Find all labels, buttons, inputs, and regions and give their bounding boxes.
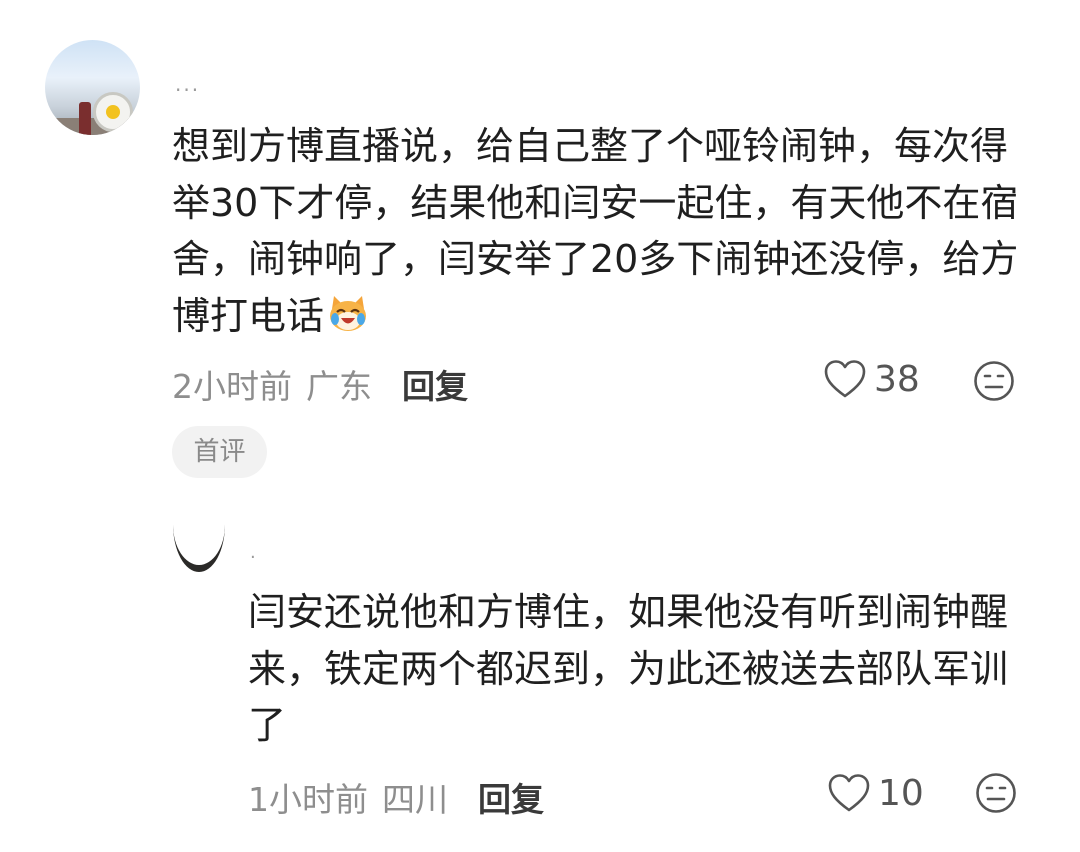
neutral-face-icon[interactable] [973,360,1015,402]
reply-button[interactable]: 回复 [402,367,468,406]
avatar-pillar [79,102,91,135]
avatar-disc [173,495,225,572]
neutral-face-icon[interactable] [975,772,1017,814]
heart-outline-icon [828,774,870,812]
reply-reply-button[interactable]: 回复 [478,780,544,819]
reply-text: 闫安还说他和方博住，如果他没有听到闹钟醒来，铁定两个都迟到，为此还被送去部队军训… [248,590,1009,747]
comment-time: 2小时前 [172,367,292,406]
laughing-cat-emoji [330,295,367,331]
comment-meta: 2小时前 广东 回复 [172,360,468,408]
commenter-username[interactable]: ... [175,72,200,96]
reply-time: 1小时前 [248,780,368,819]
reply-like-count: 10 [878,772,924,814]
reply-like-button[interactable]: 10 [826,772,924,814]
replier-username[interactable]: · [250,547,258,568]
reply-location: 四川 [382,780,448,819]
comment-text: 想到方博直播说，给自己整了个哑铃闹钟，每次得举30下才停，结果他和闫安一起住，有… [172,118,1022,344]
like-count: 38 [874,358,920,400]
reply-meta: 1小时前 四川 回复 [248,773,544,821]
like-button[interactable]: 38 [822,358,920,400]
replier-avatar[interactable] [173,495,225,575]
heart-outline-icon [824,360,866,398]
commenter-avatar[interactable] [45,40,140,135]
comment-location: 广东 [306,367,372,406]
avatar-ferris-wheel [93,92,133,132]
first-comment-badge: 首评 [172,426,267,478]
comment-body: 想到方博直播说，给自己整了个哑铃闹钟，每次得举30下才停，结果他和闫安一起住，有… [172,124,1019,338]
